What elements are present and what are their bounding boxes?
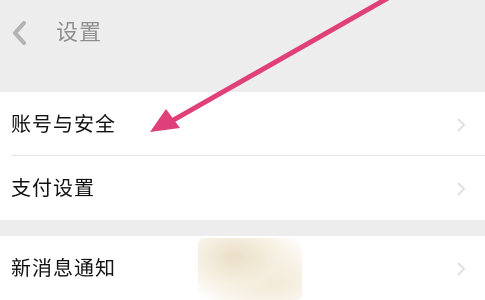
chevron-right-icon	[455, 261, 467, 276]
settings-group-account: 账号与安全 支付设置	[0, 92, 485, 220]
notifications-label: 新消息通知	[11, 256, 116, 280]
top-bar: 设置	[0, 0, 485, 68]
settings-row-payment[interactable]: 支付设置	[0, 156, 485, 220]
payment-settings-label: 支付设置	[11, 176, 95, 200]
blurred-content-patch	[198, 238, 302, 300]
account-security-label: 账号与安全	[11, 112, 116, 136]
back-chevron-icon[interactable]	[6, 18, 36, 48]
settings-row-account-security[interactable]: 账号与安全	[0, 92, 485, 156]
chevron-right-icon	[455, 181, 467, 196]
chevron-right-icon	[455, 117, 467, 132]
page-title: 设置	[56, 21, 103, 46]
section-gap	[0, 68, 485, 92]
